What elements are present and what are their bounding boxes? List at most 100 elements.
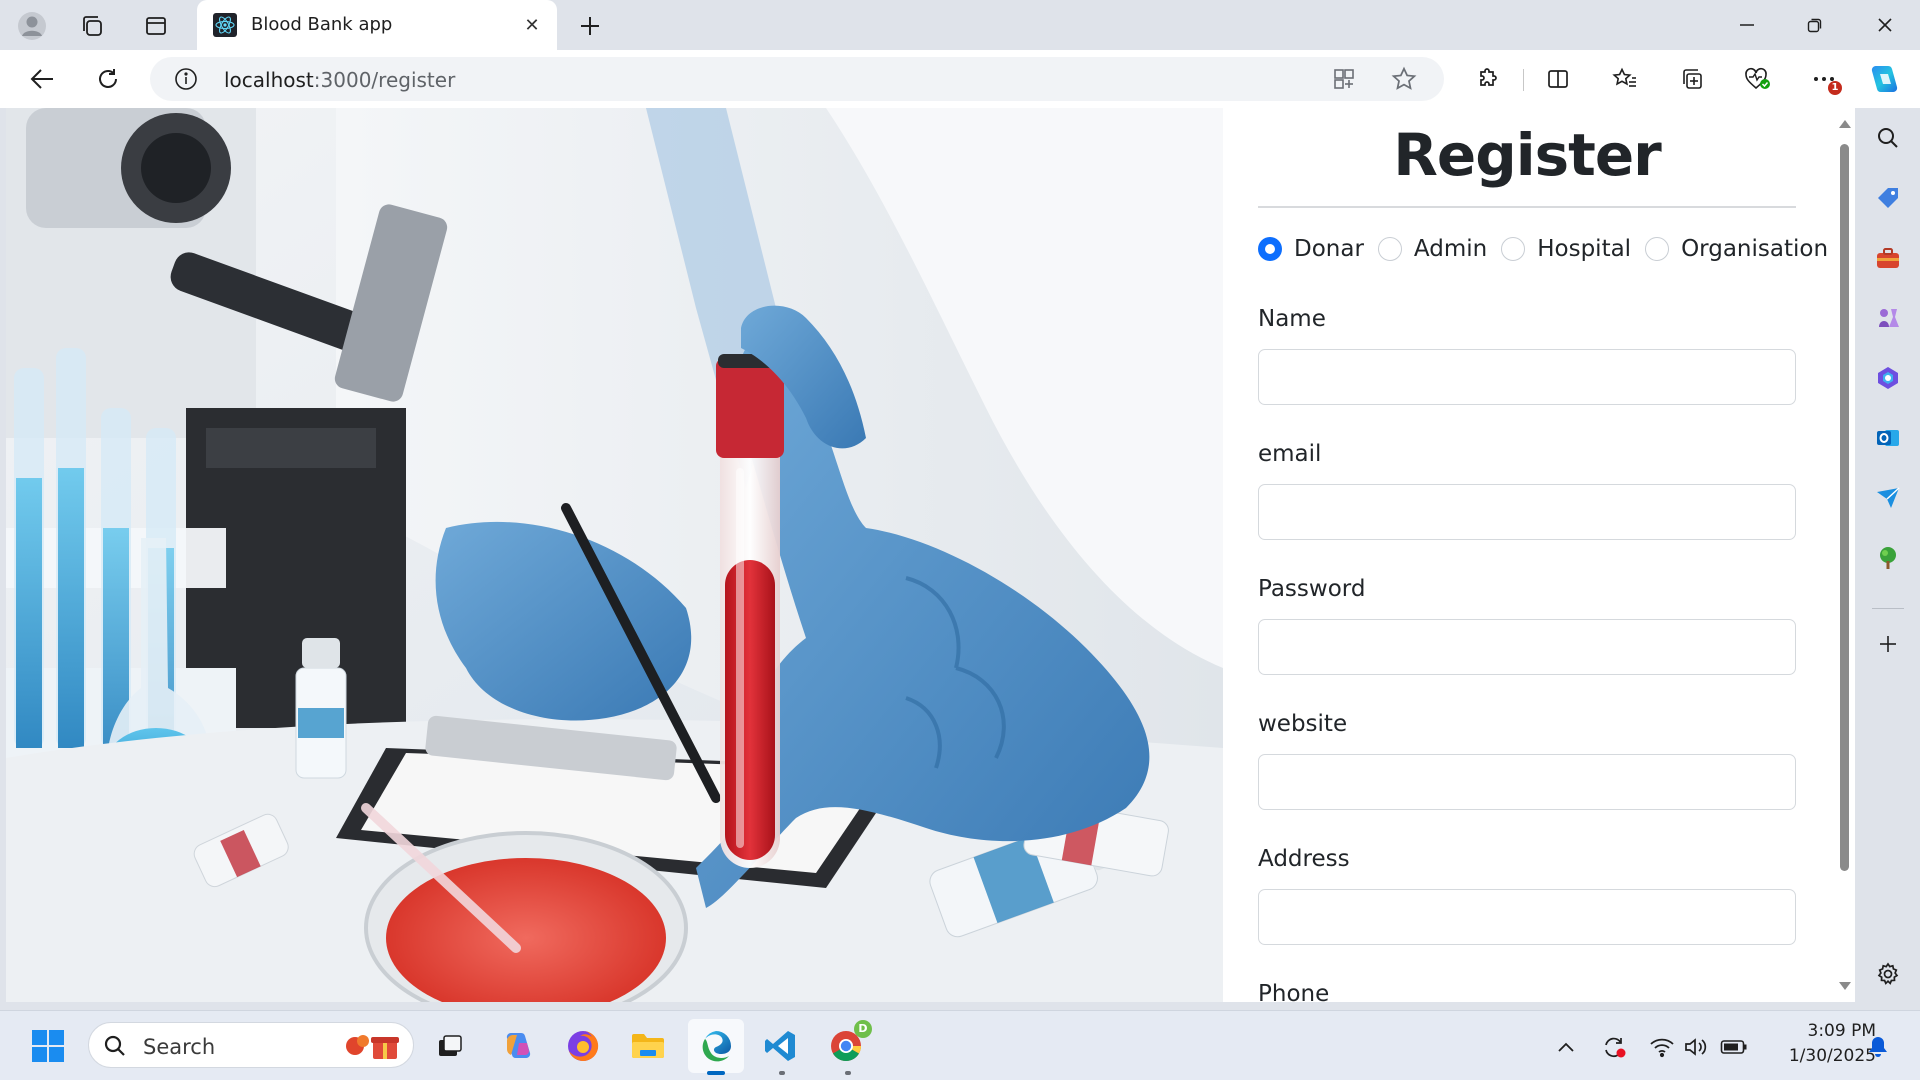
- url-text[interactable]: localhost:3000/register: [224, 68, 455, 92]
- site-info-icon[interactable]: [174, 67, 198, 91]
- role-label-hospital: Hospital: [1537, 236, 1632, 262]
- running-indicator-vscode: [779, 1071, 785, 1075]
- scrollbar-thumb[interactable]: [1840, 144, 1849, 871]
- windows-taskbar: Search D 3:09 PM 1/30/2025: [0, 1010, 1920, 1080]
- favorites-icon[interactable]: [1605, 61, 1645, 97]
- clock-date: 1/30/2025: [1788, 1046, 1876, 1066]
- outlook-icon[interactable]: [1872, 422, 1904, 454]
- browser-essentials-icon[interactable]: [1738, 61, 1778, 97]
- role-radio-group: Donar Admin Hospital Organisation: [1258, 234, 1828, 264]
- task-view-icon[interactable]: [430, 1026, 470, 1066]
- close-tab-icon[interactable]: ✕: [519, 12, 545, 38]
- taskbar-search-box[interactable]: Search: [88, 1022, 414, 1068]
- workspaces-icon[interactable]: [74, 8, 110, 44]
- clock-time: 3:09 PM: [1807, 1021, 1877, 1041]
- more-options-button[interactable]: 1: [1804, 61, 1844, 97]
- restore-button[interactable]: [1782, 0, 1848, 50]
- windows-start-icon[interactable]: [28, 1026, 68, 1066]
- radio-hospital[interactable]: [1501, 237, 1526, 261]
- copilot-taskbar-icon[interactable]: [498, 1026, 538, 1066]
- password-input[interactable]: [1258, 619, 1796, 675]
- refresh-button[interactable]: [88, 61, 128, 97]
- file-explorer-icon[interactable]: [628, 1026, 668, 1066]
- toolbar-separator: [1523, 69, 1524, 91]
- website-input[interactable]: [1258, 754, 1796, 810]
- website-label: website: [1258, 711, 1348, 737]
- register-form: Register Donar Admin Hospital Organisati…: [1258, 108, 1828, 1002]
- tools-briefcase-icon[interactable]: [1872, 242, 1904, 274]
- add-sidebar-app-icon[interactable]: [1872, 628, 1904, 660]
- phone-label: Phone: [1258, 981, 1330, 1002]
- radio-organisation[interactable]: [1645, 237, 1670, 261]
- page-viewport: Register Donar Admin Hospital Organisati…: [6, 108, 1855, 1002]
- name-label: Name: [1258, 306, 1326, 332]
- tab-title: Blood Bank app: [251, 14, 393, 35]
- title-divider: [1258, 206, 1796, 208]
- role-label-donar: Donar: [1294, 236, 1364, 262]
- password-label: Password: [1258, 576, 1366, 602]
- address-label: Address: [1258, 846, 1350, 872]
- browser-toolbar: localhost:3000/register 1: [0, 50, 1920, 108]
- taskbar-search-placeholder: Search: [143, 1035, 216, 1059]
- running-indicator-chrome: [845, 1071, 851, 1075]
- microsoft-365-icon[interactable]: [1872, 362, 1904, 394]
- tree-icon[interactable]: [1872, 542, 1904, 574]
- firefox-icon[interactable]: [563, 1026, 603, 1066]
- send-drop-icon[interactable]: [1872, 482, 1904, 514]
- radio-donar[interactable]: [1258, 237, 1282, 261]
- role-option-hospital[interactable]: Hospital: [1501, 236, 1631, 262]
- favorite-star-icon[interactable]: [1390, 65, 1418, 93]
- page-title: Register: [1393, 121, 1662, 189]
- volume-icon[interactable]: [1682, 1033, 1710, 1061]
- scroll-down-arrow-icon[interactable]: [1839, 982, 1851, 990]
- role-option-organisation[interactable]: Organisation: [1645, 236, 1828, 262]
- url-path: :3000/register: [313, 68, 456, 92]
- role-option-donar[interactable]: Donar: [1258, 236, 1364, 262]
- sidebar-settings-gear-icon[interactable]: [1872, 958, 1904, 990]
- notification-bell-icon[interactable]: [1864, 1033, 1892, 1061]
- role-label-admin: Admin: [1413, 236, 1488, 262]
- taskbar-search-icon: [103, 1034, 127, 1062]
- profile-avatar-icon[interactable]: [14, 8, 50, 44]
- show-hidden-icons-chevron-icon[interactable]: [1552, 1033, 1580, 1061]
- collections-icon[interactable]: [1672, 61, 1712, 97]
- scroll-up-arrow-icon[interactable]: [1839, 120, 1851, 128]
- wifi-icon[interactable]: [1648, 1033, 1676, 1061]
- address-bar[interactable]: localhost:3000/register: [150, 57, 1444, 101]
- sidebar-divider: [1872, 608, 1904, 609]
- tab-blood-bank-app[interactable]: Blood Bank app ✕: [197, 0, 557, 50]
- games-icon[interactable]: [1872, 302, 1904, 334]
- address-input[interactable]: [1258, 889, 1796, 945]
- taskbar-clock[interactable]: 3:09 PM 1/30/2025: [1766, 1019, 1876, 1069]
- close-window-button[interactable]: [1852, 0, 1918, 50]
- back-button[interactable]: [22, 61, 62, 97]
- app-available-icon[interactable]: [1330, 65, 1358, 93]
- role-label-organisation: Organisation: [1681, 236, 1829, 262]
- chrome-profile-badge: D: [854, 1020, 872, 1038]
- tab-strip: Blood Bank app ✕: [0, 0, 1920, 50]
- chrome-icon[interactable]: D: [826, 1020, 872, 1066]
- copilot-icon[interactable]: [1864, 61, 1904, 97]
- vscode-icon[interactable]: [760, 1026, 800, 1066]
- edge-browser-icon[interactable]: [696, 1026, 736, 1066]
- search-highlight-gift-icon: [341, 1029, 407, 1063]
- react-favicon-icon: [213, 13, 237, 37]
- split-screen-icon[interactable]: [1538, 61, 1578, 97]
- new-tab-button[interactable]: [572, 8, 608, 44]
- shopping-tag-icon[interactable]: [1872, 182, 1904, 214]
- sync-status-icon[interactable]: [1600, 1033, 1628, 1061]
- battery-icon[interactable]: [1720, 1033, 1748, 1061]
- page-scrollbar[interactable]: [1835, 108, 1855, 1002]
- edge-sidebar: [1856, 108, 1920, 1010]
- running-indicator-edge: [707, 1071, 725, 1075]
- radio-admin[interactable]: [1377, 237, 1402, 261]
- extensions-icon[interactable]: [1468, 61, 1508, 97]
- name-input[interactable]: [1258, 349, 1796, 405]
- email-input[interactable]: [1258, 484, 1796, 540]
- search-icon[interactable]: [1872, 122, 1904, 154]
- role-option-admin[interactable]: Admin: [1377, 236, 1488, 262]
- notification-badge: 1: [1828, 81, 1842, 95]
- minimize-button[interactable]: [1714, 0, 1780, 50]
- tab-actions-icon[interactable]: [138, 8, 174, 44]
- email-label: email: [1258, 441, 1322, 467]
